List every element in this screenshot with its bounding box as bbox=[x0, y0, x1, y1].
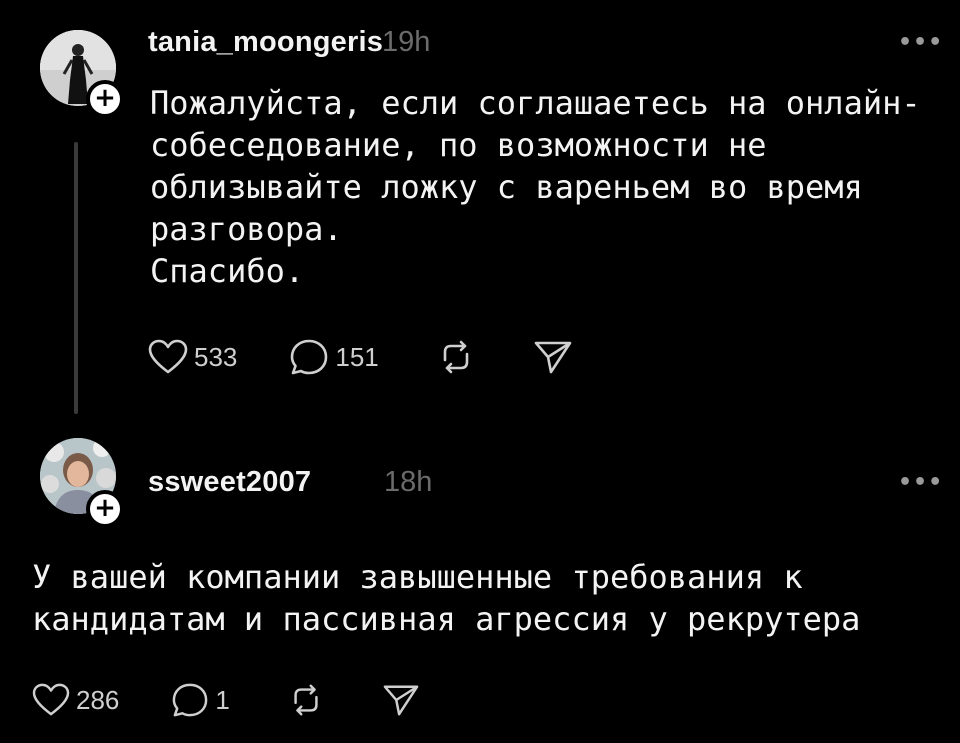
plus-icon: + bbox=[94, 83, 116, 113]
plus-icon: + bbox=[94, 493, 116, 523]
repost-button[interactable] bbox=[437, 338, 475, 376]
action-bar: 286 1 bbox=[32, 682, 420, 718]
like-count: 286 bbox=[76, 684, 120, 715]
share-button[interactable] bbox=[533, 338, 573, 376]
follow-button[interactable]: + bbox=[86, 490, 124, 528]
comment-count: 1 bbox=[215, 684, 230, 715]
heart-icon bbox=[32, 683, 70, 716]
more-icon[interactable]: ••• bbox=[898, 30, 943, 55]
post-1: + tania_moongeris 19h ••• Пожалуйста, ес… bbox=[0, 0, 960, 430]
comment-icon bbox=[173, 683, 208, 717]
share-icon bbox=[383, 685, 419, 716]
share-button[interactable] bbox=[382, 682, 420, 718]
post-2: + ssweet2007 18h ••• У вашей компании за… bbox=[0, 430, 960, 743]
post-text: У вашей компании завышенные требования к… bbox=[32, 558, 861, 638]
repost-button[interactable] bbox=[288, 682, 324, 718]
comment-icon bbox=[291, 339, 328, 375]
comment-button[interactable]: 151 bbox=[289, 338, 379, 376]
follow-button[interactable]: + bbox=[86, 80, 124, 118]
more-icon[interactable]: ••• bbox=[898, 470, 943, 495]
like-count: 533 bbox=[194, 341, 238, 372]
username[interactable]: ssweet2007 bbox=[148, 466, 311, 499]
action-bar: 533 151 bbox=[148, 338, 573, 376]
share-icon bbox=[534, 341, 572, 374]
repost-icon bbox=[294, 684, 318, 716]
repost-icon bbox=[443, 340, 469, 374]
comment-button[interactable]: 1 bbox=[171, 682, 230, 718]
timestamp: 18h bbox=[384, 466, 433, 498]
like-button[interactable]: 286 bbox=[32, 683, 119, 717]
like-button[interactable]: 533 bbox=[148, 339, 237, 375]
heart-icon bbox=[148, 339, 188, 374]
comment-count: 151 bbox=[335, 341, 379, 372]
username[interactable]: tania_moongeris bbox=[148, 26, 383, 59]
timestamp: 19h bbox=[382, 26, 431, 58]
post-text: Пожалуйста, если соглашаетесь на онлайн-… bbox=[150, 84, 921, 290]
thread-line bbox=[74, 142, 78, 414]
